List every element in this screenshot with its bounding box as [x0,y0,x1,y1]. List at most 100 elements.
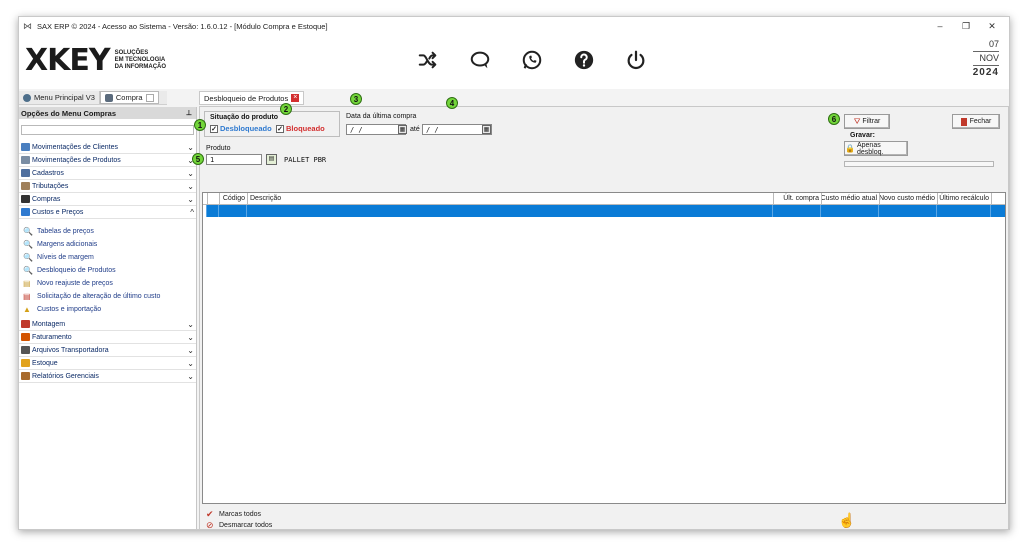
app-header: XKEY SOLUÇÕES EM TECNOLOGIA DA INFORMAÇÃ… [19,35,1009,89]
sidebar-item-estoque[interactable]: Estoque ⌄ [19,357,196,370]
sidebar-item-relatorios-gerenciais[interactable]: Relatórios Gerenciais ⌄ [19,370,196,383]
gravar-label: Gravar: [850,132,875,139]
shuffle-icon[interactable] [415,47,441,73]
compra-icon [104,93,113,102]
date-divider [972,51,999,52]
exit-icon [960,117,967,126]
submenu-label: Tabelas de preços [37,228,94,235]
column-header[interactable]: Código [220,193,248,204]
produto-code-input[interactable]: 1 [206,154,262,165]
submenu-item-margens-adicionais[interactable]: 🔍 Margens adicionais [23,238,196,251]
checkmark-icon: ✔ [206,509,214,519]
sidebar-item-label: Tributações [32,182,69,190]
title-bar: ⋈ SAX ERP © 2024 - Acesso ao Sistema - V… [19,17,1009,35]
desmarcar-todos-label: Desmarcar todos [219,522,273,529]
sidebar-item-faturamento[interactable]: Faturamento ⌄ [19,331,196,344]
situacao-label: Situação do produto [210,114,279,121]
fechar-label: Fechar [969,118,992,125]
lookup-icon[interactable]: ▤ [266,154,277,165]
column-header[interactable]: Últ. compra [774,193,822,204]
logo-line: EM TECNOLOGIA [114,57,166,63]
sidebar-item-tributacoes[interactable]: Tributações ⌄ [19,180,196,193]
sidebar-item-arquivos-transportadora[interactable]: Arquivos Transportadora ⌄ [19,344,196,357]
sidebar-item-movimentacoes-clientes[interactable]: Movimentações de Clientes ⌄ [19,141,196,154]
filtrar-button[interactable]: ⛛ Filtrar [844,114,890,129]
pin-icon[interactable]: ⊥ [186,109,192,117]
column-header[interactable]: Custo médio atual [822,193,880,204]
chevron-down-icon: ⌄ [187,371,194,381]
maximize-button[interactable]: ❐ [953,17,979,35]
document-icon: ▤ [23,278,31,288]
submenu-item-tabelas-precos[interactable]: 🔍 Tabelas de preços [23,225,196,238]
chevron-down-icon: ⌄ [187,319,194,329]
step-badge: 6 [828,113,840,125]
step-badge: 5 [192,153,204,165]
sidebar: Opções do Menu Compras ⊥ Movimentações d… [19,107,197,529]
calendar-icon[interactable]: ▦ [482,125,491,134]
sidebar-item-label: Faturamento [32,333,72,341]
close-icon[interactable]: × [291,94,300,102]
submenu-label: Níveis de margem [37,254,94,261]
bloqueado-checkbox[interactable]: ✓ Bloqueado [276,124,325,133]
desbloqueado-checkbox[interactable]: ✓ Desbloqueado [210,124,272,133]
table-cell [773,205,821,217]
chat-icon[interactable] [467,47,493,73]
products-grid[interactable]: Código Descrição Últ. compra Custo médio… [202,192,1006,504]
fechar-button[interactable]: Fechar [952,114,1000,129]
whatsapp-icon[interactable] [519,47,545,73]
logo-line: DA INFORMAÇÃO [114,64,167,70]
sidebar-item-montagem[interactable]: Montagem ⌄ [19,318,196,331]
truck-icon [21,346,30,354]
chevron-down-icon: ⌄ [187,332,194,342]
window-controls: – ❐ ✕ [927,17,1005,35]
date-day: 07 [988,39,999,49]
table-cell[interactable] [207,205,219,217]
sidebar-item-cadastros[interactable]: Cadastros ⌄ [19,167,196,180]
calendar-icon[interactable]: ▦ [398,125,407,134]
power-icon[interactable] [623,47,649,73]
products-icon [21,156,30,164]
sidebar-item-label: Custos e Preços [32,208,84,216]
produto-description: PALLET PBR [284,156,327,164]
boxes-icon: ▲ [23,304,31,314]
logo-line: SOLUÇÕES [114,50,149,56]
clients-icon [21,143,30,151]
submenu-item-desbloqueio-produtos[interactable]: 🔍 Desbloqueio de Produtos [23,264,196,277]
search-icon: 🔍 [23,226,33,236]
column-header[interactable]: Último recálculo [938,193,992,204]
submenu-item-novo-reajuste[interactable]: ▤ Novo reajuste de preços [23,277,196,290]
column-header[interactable]: Descrição [248,193,774,204]
content-tab-label: Desbloqueio de Produtos [204,93,289,103]
cadastros-icon [21,169,30,177]
montagem-icon [21,320,30,328]
chevron-down-icon: ⌄ [187,358,194,368]
close-button[interactable]: ✕ [979,17,1005,35]
costs-icon [21,208,30,216]
sidebar-item-custos-precos[interactable]: Custos e Preços ^ [19,206,196,219]
submenu-item-niveis-margem[interactable]: 🔍 Níveis de margem [23,251,196,264]
column-header[interactable]: Novo custo médio [880,193,938,204]
date-from-field[interactable]: / / [346,124,406,135]
tab-menu-principal[interactable]: Menu Principal V3 [19,91,100,104]
sidebar-item-movimentacoes-produtos[interactable]: Movimentações de Produtos ⌄ [19,154,196,167]
marcar-todos-link[interactable]: ✔ Marcas todos [206,509,272,520]
help-icon[interactable] [571,47,597,73]
minimize-button[interactable]: – [927,17,953,35]
date-to-value: / / [426,125,439,134]
step-badge: 2 [280,103,292,115]
tab-close-icon[interactable] [145,93,154,102]
submenu-item-custos-importacao[interactable]: ▲ Custos e importação [23,303,196,316]
sidebar-search-input[interactable] [21,125,194,135]
submenu-item-solicitacao-custo[interactable]: ▤ Solicitação de alteração de último cust… [23,290,196,303]
table-row[interactable] [203,205,1005,217]
step-badge: 1 [194,119,206,131]
desmarcar-todos-link[interactable]: ⊘ Desmarcar todos [206,520,273,529]
tab-compra[interactable]: Compra [99,91,159,104]
filter-icon: ⛛ [853,116,861,126]
faturamento-icon [21,333,30,341]
sidebar-item-label: Estoque [32,359,58,367]
date-display: 07 NOV 2024 [972,39,999,78]
marcar-todos-label: Marcas todos [219,511,262,518]
apenas-desbloq-button[interactable]: 🔒 Apenas desbloq. [844,141,908,156]
sidebar-item-compras[interactable]: Compras ⌄ [19,193,196,206]
